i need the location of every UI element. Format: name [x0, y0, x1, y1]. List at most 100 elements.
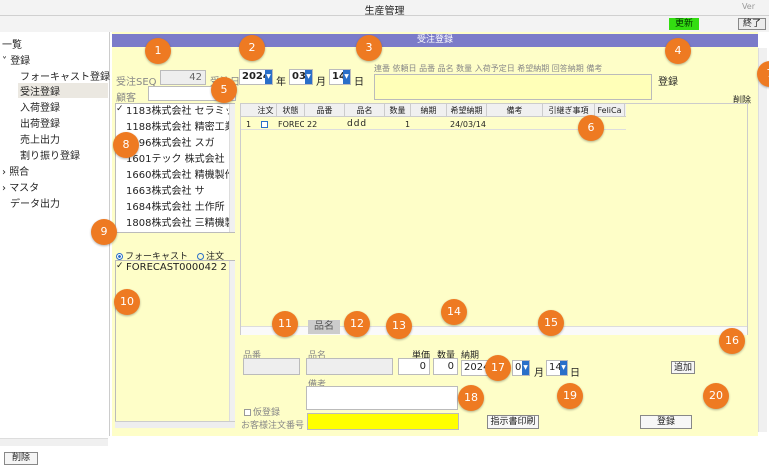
columns-hint: 連番 依頼日 品番 品名 数量 入荷予定日 希望納期 回答納期 備考 [374, 64, 603, 73]
chevron-down-icon: ▼ [305, 70, 312, 84]
chevron-down-icon: ▼ [560, 361, 567, 375]
sidebar-item-list[interactable]: 一覧 [2, 36, 22, 51]
list-item[interactable]: 1183株式会社 セラミック [116, 104, 234, 120]
note-field[interactable] [306, 386, 458, 410]
annotation-badge: 11 [272, 311, 298, 337]
annotation-badge: 18 [458, 385, 484, 411]
annotation-badge: 17 [485, 355, 511, 381]
unit-price-field[interactable]: 0 [398, 358, 430, 375]
customer-order-no-field[interactable] [307, 413, 459, 430]
checkbox-icon [261, 121, 268, 128]
delivery-month-select[interactable]: 03▼ [512, 360, 530, 376]
annotation-badge: 15 [538, 310, 564, 336]
item-name-field[interactable] [306, 358, 393, 375]
delivery-day-unit: 日 [570, 368, 580, 379]
radio-icon [197, 253, 204, 260]
toolbar [0, 16, 769, 32]
add-button[interactable]: 追加 [671, 361, 695, 374]
list-item[interactable]: FORECAST000042 2 [116, 261, 234, 275]
annotation-badge: 10 [114, 289, 140, 315]
chevron-down-icon: ▼ [343, 70, 350, 84]
checkbox-icon [244, 409, 251, 416]
columns-hint-area[interactable] [374, 74, 652, 100]
annotation-badge: 2 [239, 35, 265, 61]
name-tag: 品名 [308, 320, 340, 334]
annotation-badge: 1 [145, 38, 171, 64]
sidebar-item-master[interactable]: › マスタ [2, 179, 39, 194]
sidebar-item-register[interactable]: ˅ 登録 [2, 52, 30, 67]
sidebar-item-forecast-register[interactable]: フォーキャスト登録 [20, 68, 110, 83]
annotation-badge: 3 [356, 35, 382, 61]
sidebar-item-sales-output[interactable]: 売上出力 [20, 131, 60, 146]
annotation-badge: 13 [386, 313, 412, 339]
check-icon: ✓ [116, 261, 124, 271]
list-item[interactable]: 1684株式会社 土作所 [116, 200, 234, 216]
part-no-cell: 22 [307, 120, 318, 129]
forecast-list[interactable]: FORECAST000042 2 [115, 260, 235, 428]
desired-date-cell: 24/03/14 [450, 120, 486, 129]
sidebar-item-label: 照合 [9, 167, 30, 178]
register-label: 登録 [658, 77, 678, 88]
chevron-down-icon: ▼ [522, 361, 529, 375]
customer-list[interactable]: 1183株式会社 セラミック 1188株式会社 精密工業 1196株式会社 スガ… [115, 103, 235, 233]
update-button[interactable]: 更新 [669, 18, 699, 30]
part-no-field[interactable] [243, 358, 300, 375]
name-cell: ddd [347, 119, 368, 129]
list-item[interactable]: 1663株式会社 サ [116, 184, 234, 200]
radio-selected-icon [116, 253, 123, 260]
sidebar-item-matching[interactable]: › 照合 [2, 163, 29, 178]
customer-label: 顧客 [116, 93, 136, 104]
order-year-select[interactable]: 2024 ▼ [239, 69, 273, 85]
column-header[interactable]: FeliCa [595, 104, 625, 117]
sidebar-hscrollbar[interactable] [0, 438, 108, 446]
quantity-field[interactable]: 0 [433, 358, 458, 375]
delivery-day-select[interactable]: 14 ▼ [546, 360, 568, 376]
chevron-down-icon: ▼ [265, 70, 272, 84]
order-day-select[interactable]: 14 ▼ [329, 69, 351, 85]
form-header: 受注登録 [112, 34, 758, 47]
order-seq-field: 42 [160, 70, 206, 85]
sidebar-item-order-register[interactable]: 受注登録 [18, 83, 108, 98]
column-header[interactable]: 品番 [305, 104, 345, 117]
annotation-badge: 6 [578, 115, 604, 141]
order-lines-grid[interactable]: 注文 状態 品番 品名 数量 納期 希望納期 備考 引継ぎ事項 FeliCa 1… [240, 103, 748, 335]
column-header[interactable]: 状態 [277, 104, 305, 117]
annotation-badge: 14 [441, 299, 467, 325]
temp-register-checkbox[interactable]: 仮登録 [244, 405, 280, 418]
main-vscrollbar[interactable] [758, 48, 767, 432]
annotation-badge: 5 [211, 77, 237, 103]
list-item[interactable]: 1808株式会社 三精機製 [116, 216, 234, 232]
column-header[interactable]: 希望納期 [447, 104, 487, 117]
annotation-badge: 9 [91, 219, 117, 245]
column-header[interactable]: 備考 [487, 104, 543, 117]
list-item[interactable]: 1660株式会社 精機製作 [116, 168, 234, 184]
row-number: 1 [246, 120, 252, 129]
forecast-list-hscrollbar[interactable] [115, 421, 235, 428]
customer-list-scrollbar[interactable] [229, 104, 235, 232]
row-divider [241, 129, 626, 130]
temp-register-label: 仮登録 [253, 408, 281, 418]
annotation-badge: 12 [344, 311, 370, 337]
sidebar-item-shipping-register[interactable]: 出荷登録 [20, 115, 60, 130]
window-title: 生産管理 [364, 6, 405, 17]
sidebar-item-label: マスタ [9, 183, 40, 194]
register-button[interactable]: 登録 [640, 415, 692, 429]
exit-button[interactable]: 終了 [738, 18, 766, 30]
version-label: Ver [741, 2, 755, 11]
column-header[interactable]: 数量 [385, 104, 411, 117]
order-month-value: 03 [292, 71, 306, 82]
column-header[interactable]: 注文 [255, 104, 277, 117]
sidebar-item-receiving-register[interactable]: 入荷登録 [20, 99, 60, 114]
column-header[interactable]: 品名 [345, 104, 385, 117]
forecast-list-scrollbar[interactable] [229, 261, 235, 427]
print-instructions-button[interactable]: 指示書印刷 [487, 415, 539, 429]
qty-cell: 1 [405, 120, 411, 129]
row-checkbox[interactable] [261, 120, 270, 129]
year-unit: 年 [276, 77, 286, 88]
sidebar-delete-button[interactable]: 削除 [4, 452, 38, 465]
order-month-select[interactable]: 03 ▼ [289, 69, 313, 85]
column-header[interactable]: 納期 [411, 104, 447, 117]
sidebar-item-allocation-register[interactable]: 割り振り登録 [20, 147, 80, 162]
chevron-down-icon: ˅ [2, 56, 11, 67]
sidebar-item-data-output[interactable]: データ出力 [10, 195, 60, 210]
